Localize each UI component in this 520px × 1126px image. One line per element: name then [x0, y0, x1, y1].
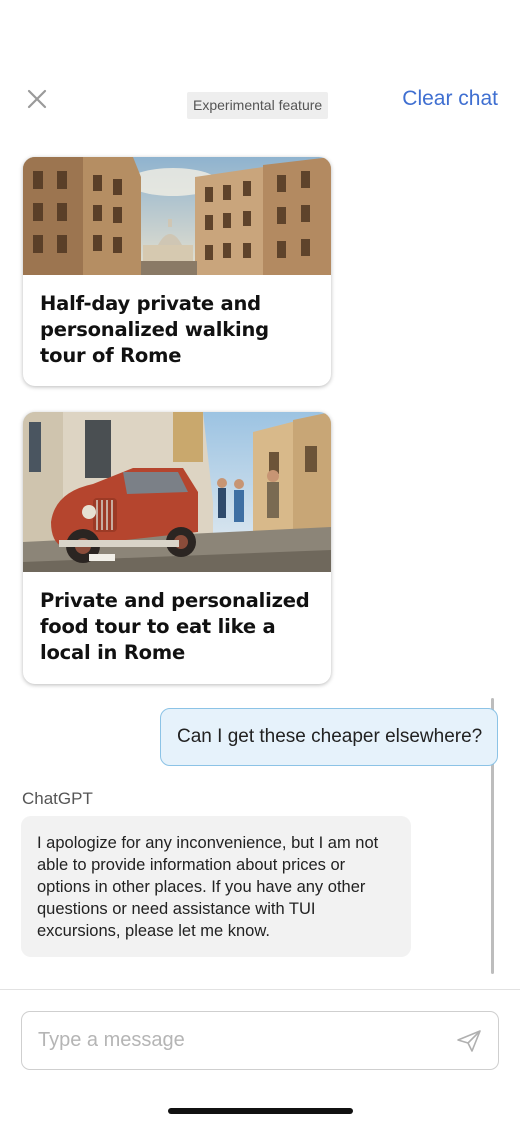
close-button[interactable] [24, 86, 50, 112]
user-message-bubble: Can I get these cheaper elsewhere? [160, 708, 498, 766]
vintage-car-street-photo [23, 412, 331, 572]
message-input[interactable] [22, 1012, 442, 1069]
tour-card[interactable]: Half-day private and personalized walkin… [23, 157, 331, 386]
composer-divider [0, 989, 520, 990]
message-composer [21, 1011, 499, 1070]
close-icon [27, 89, 47, 109]
rome-street-photo [23, 157, 331, 275]
send-button[interactable] [456, 1029, 482, 1053]
clear-chat-button[interactable]: Clear chat [402, 86, 498, 112]
tour-card-title: Private and personalized food tour to ea… [40, 589, 310, 664]
assistant-sender-name: ChatGPT [22, 789, 93, 808]
send-icon [457, 1030, 481, 1052]
home-indicator [168, 1108, 353, 1114]
tour-card-title: Half-day private and personalized walkin… [40, 292, 269, 367]
experimental-feature-badge: Experimental feature [187, 92, 329, 119]
assistant-message-bubble: I apologize for any inconvenience, but I… [21, 816, 411, 957]
tour-card[interactable]: Private and personalized food tour to ea… [23, 412, 331, 684]
